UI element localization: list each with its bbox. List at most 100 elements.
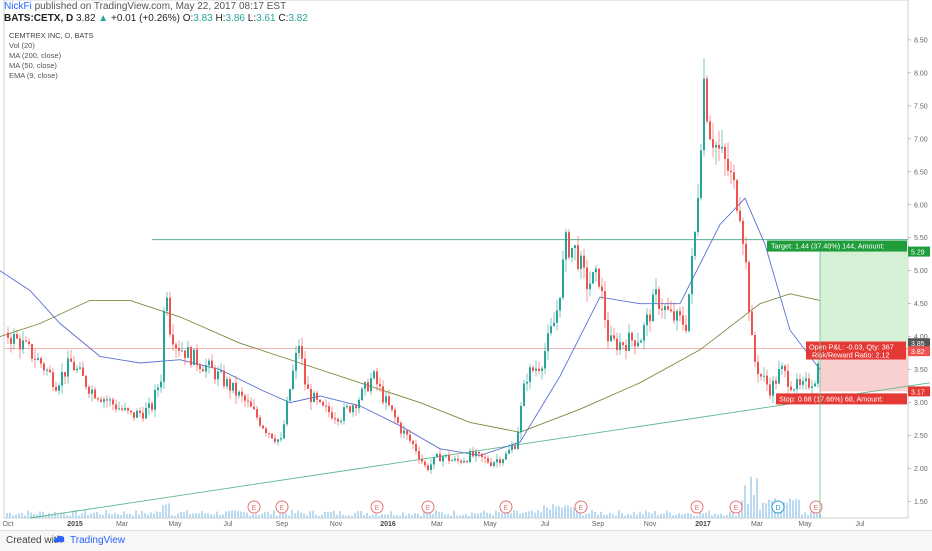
target-zone bbox=[820, 251, 908, 349]
volume-bar bbox=[159, 512, 161, 518]
volume-bar bbox=[189, 514, 191, 518]
candle-body bbox=[241, 391, 243, 396]
risk-reward-label: Risk/Reward Ratio: 2.12 bbox=[812, 351, 890, 360]
tradingview-link[interactable]: TradingView bbox=[70, 535, 125, 546]
candle-body bbox=[28, 341, 30, 345]
volume-bar bbox=[801, 514, 803, 518]
marker-label: E bbox=[814, 505, 819, 512]
volume-bar bbox=[393, 515, 395, 518]
volume-bar bbox=[408, 513, 410, 518]
candle-body bbox=[679, 311, 681, 316]
marker-label: D bbox=[775, 505, 780, 512]
volume-bar bbox=[228, 510, 230, 518]
publish-info: NickFi published on TradingView.com, May… bbox=[4, 1, 286, 12]
candle-body bbox=[304, 358, 306, 385]
candle-body bbox=[598, 268, 600, 287]
candle-body bbox=[328, 406, 330, 413]
chart-title: CEMTREX INC, D, BATS bbox=[9, 31, 93, 40]
candle-body bbox=[400, 422, 402, 434]
candle-body bbox=[625, 345, 627, 351]
candle-body bbox=[226, 379, 228, 387]
volume-bar bbox=[477, 513, 479, 518]
candle-body bbox=[733, 172, 735, 181]
candle-body bbox=[319, 399, 321, 402]
candle-body bbox=[55, 386, 57, 391]
volume-bar bbox=[198, 513, 200, 518]
candle-body bbox=[466, 460, 468, 463]
candle-body bbox=[100, 399, 102, 402]
high-value: 3.86 bbox=[225, 13, 245, 24]
earnings-marker: E bbox=[690, 500, 704, 514]
candle-body bbox=[139, 410, 141, 413]
candle-body bbox=[178, 347, 180, 351]
y-tick-label: 7.50 bbox=[914, 103, 928, 110]
candle-body bbox=[607, 319, 609, 342]
volume-bar bbox=[333, 510, 335, 518]
candle-body bbox=[175, 344, 177, 348]
volume-bar bbox=[327, 511, 329, 518]
candle-body bbox=[331, 412, 333, 419]
volume-bar bbox=[54, 511, 56, 518]
candle-body bbox=[316, 392, 318, 400]
candle-body bbox=[619, 342, 621, 350]
candle-body bbox=[340, 420, 342, 422]
marker-label: E bbox=[375, 505, 380, 512]
candle-body bbox=[688, 294, 690, 331]
volume-bar bbox=[372, 514, 374, 518]
volume-bar bbox=[594, 512, 596, 518]
volume-bar bbox=[252, 514, 254, 518]
volume-bar bbox=[126, 513, 128, 518]
volume-bar bbox=[462, 514, 464, 518]
earnings-marker: E bbox=[574, 500, 588, 514]
volume-bar bbox=[117, 514, 119, 518]
candle-body bbox=[502, 459, 504, 464]
author-link[interactable]: NickFi bbox=[4, 1, 32, 12]
volume-bar bbox=[366, 513, 368, 518]
candle-body bbox=[142, 412, 144, 419]
candle-body bbox=[229, 379, 231, 391]
candle-body bbox=[643, 325, 645, 341]
volume-bar bbox=[183, 512, 185, 518]
candle-body bbox=[85, 375, 87, 387]
candle-body bbox=[520, 405, 522, 433]
candle-body bbox=[481, 453, 483, 458]
volume-bar bbox=[618, 510, 620, 518]
volume-bar bbox=[9, 512, 11, 518]
volume-bar bbox=[309, 511, 311, 518]
candle-body bbox=[589, 283, 591, 290]
x-tick-label: Jul bbox=[856, 521, 865, 528]
marker-label: E bbox=[734, 505, 739, 512]
volume-bar bbox=[612, 514, 614, 518]
earnings-marker: E bbox=[499, 500, 513, 514]
volume-bar bbox=[798, 499, 800, 518]
marker-label: E bbox=[426, 505, 431, 512]
volume-bar bbox=[42, 512, 44, 518]
candle-body bbox=[193, 349, 195, 366]
volume-bar bbox=[468, 515, 470, 518]
volume-bar bbox=[15, 514, 17, 518]
volume-bar bbox=[570, 506, 572, 518]
volume-bar bbox=[471, 512, 473, 518]
last-price: 3.82 bbox=[76, 13, 96, 24]
candle-body bbox=[766, 375, 768, 385]
volume-bar bbox=[654, 511, 656, 518]
candle-body bbox=[46, 369, 48, 371]
candle-body bbox=[136, 410, 138, 418]
candle-body bbox=[91, 389, 93, 394]
candle-body bbox=[814, 383, 816, 387]
candle-body bbox=[571, 248, 573, 258]
volume-bar bbox=[729, 511, 731, 518]
x-tick-label: Nov bbox=[330, 521, 343, 528]
earnings-marker: E bbox=[421, 500, 435, 514]
x-tick-label: Mar bbox=[751, 521, 764, 528]
candle-body bbox=[61, 372, 63, 386]
volume-bar bbox=[354, 512, 356, 518]
candle-body bbox=[148, 403, 150, 409]
volume-bar bbox=[405, 515, 407, 518]
candle-body bbox=[187, 347, 189, 358]
candle-body bbox=[418, 451, 420, 459]
candle-body bbox=[22, 340, 24, 350]
volume-bar bbox=[510, 513, 512, 518]
volume-bar bbox=[546, 507, 548, 518]
candle-body bbox=[556, 310, 558, 323]
